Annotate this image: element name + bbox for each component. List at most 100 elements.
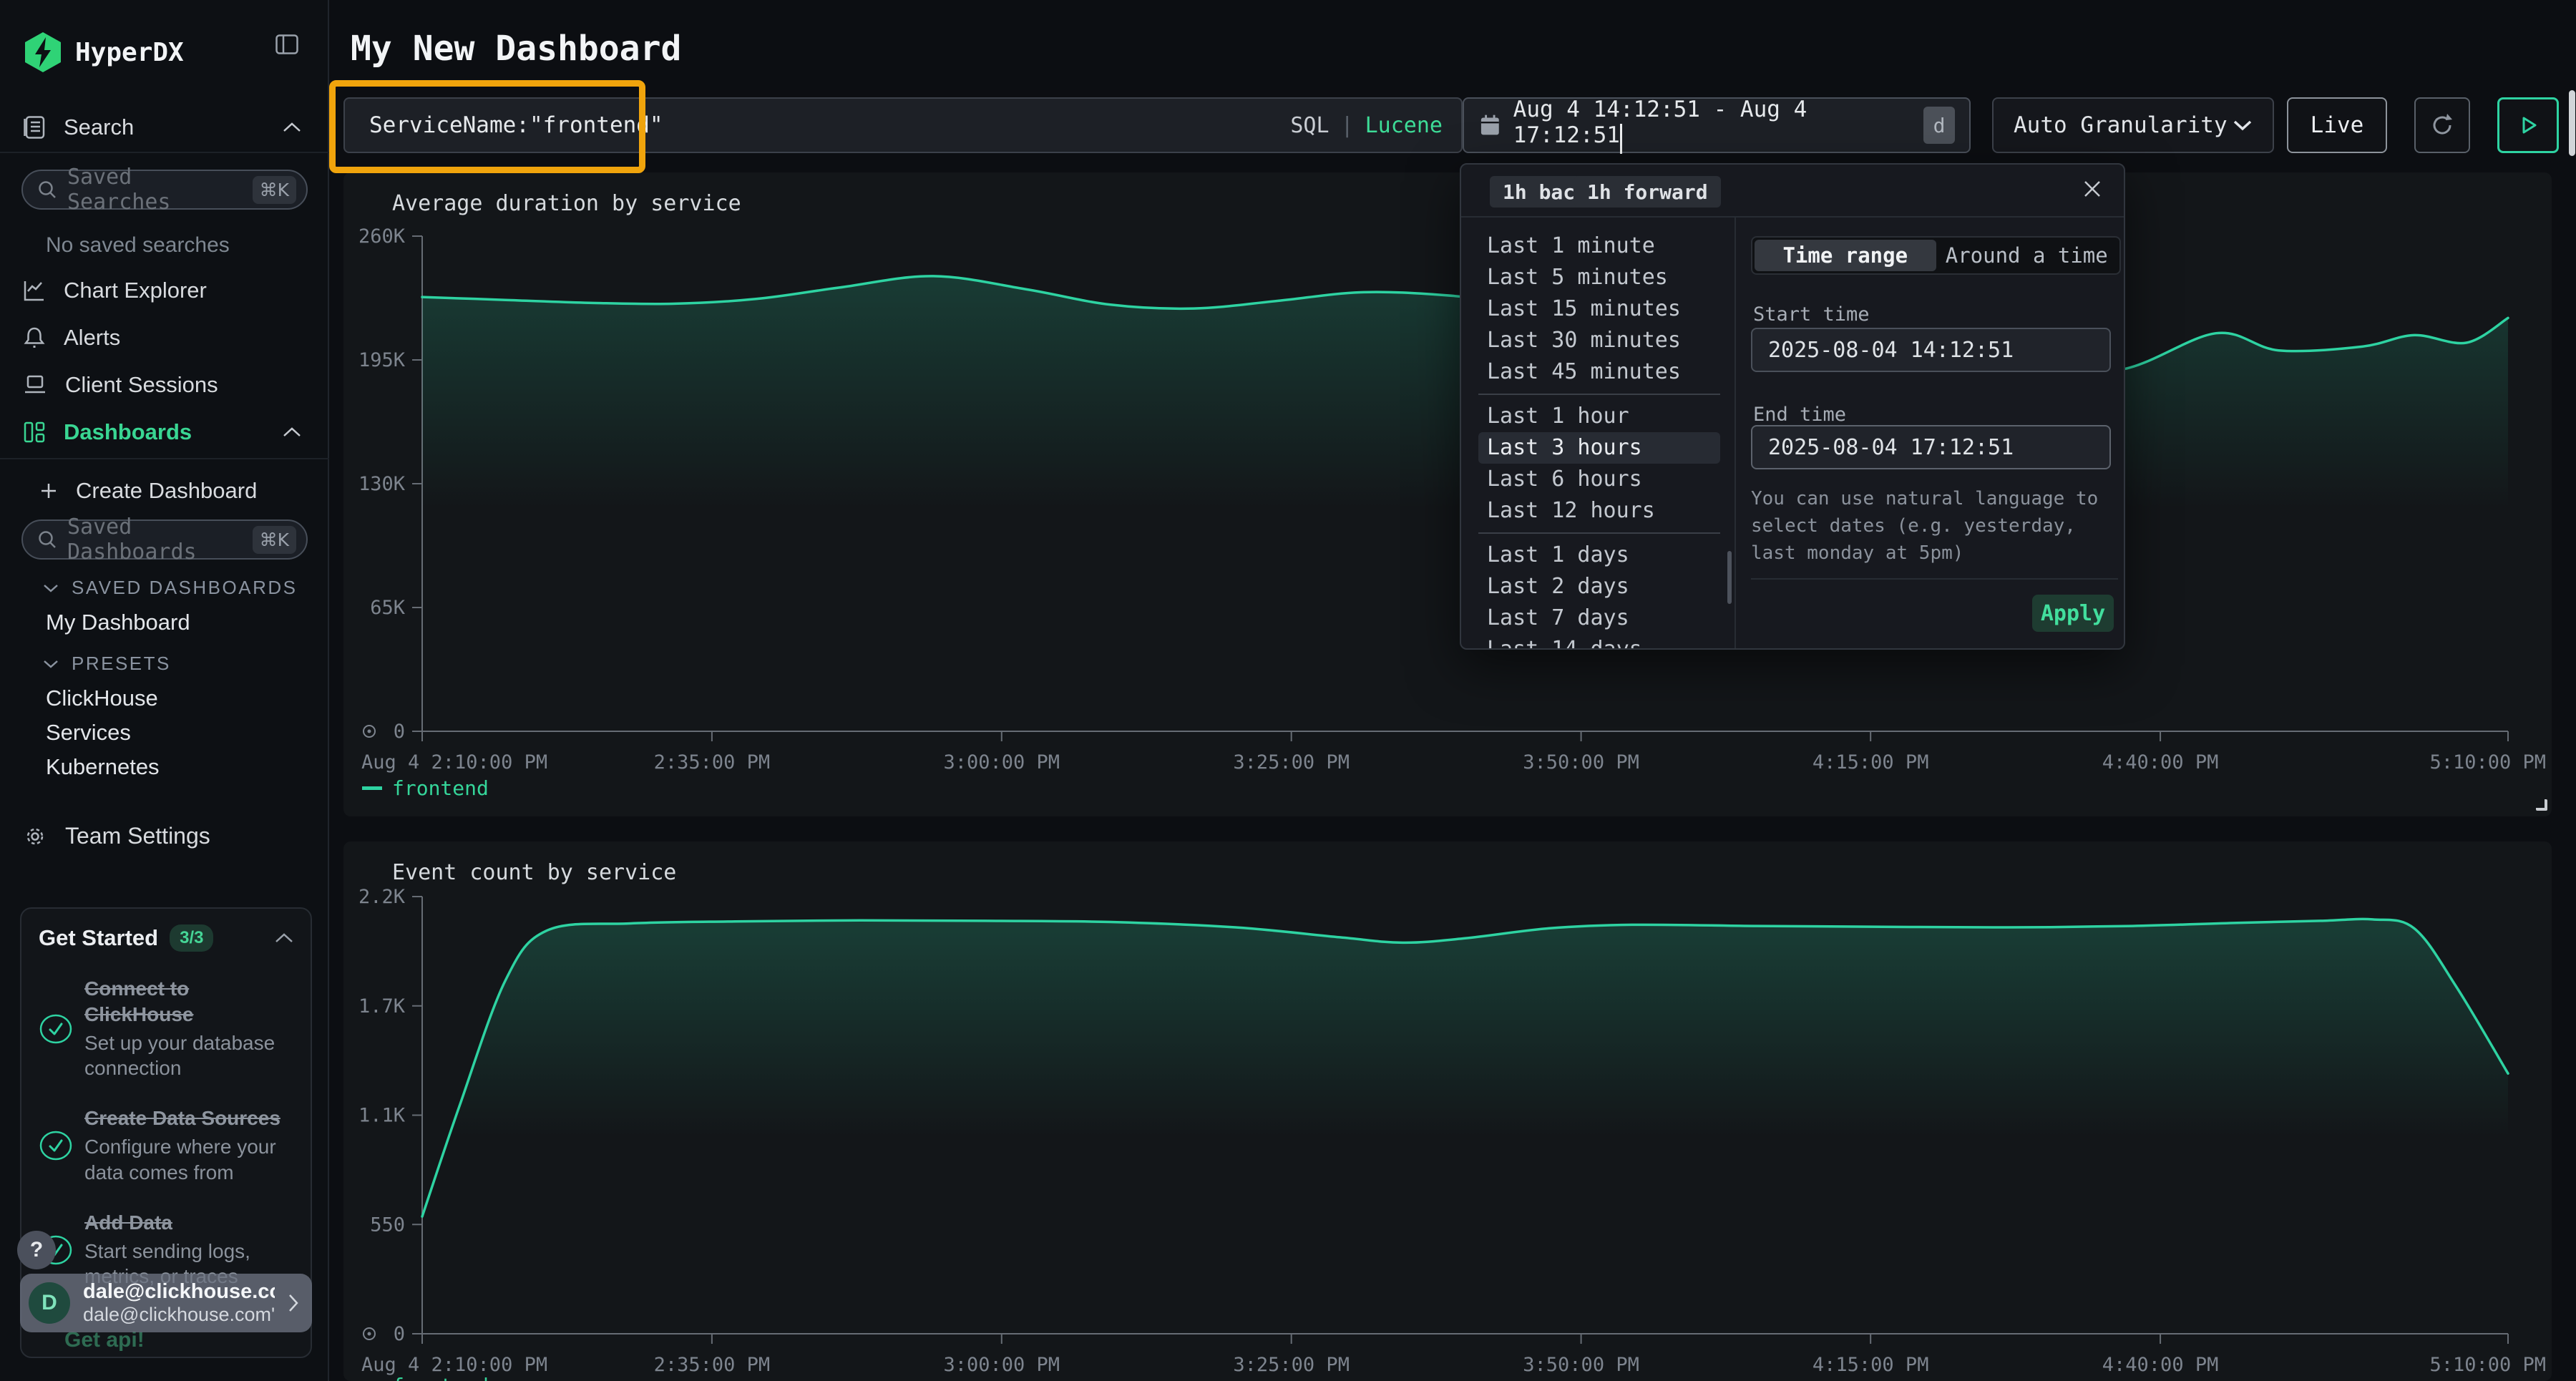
close-button[interactable] (2081, 177, 2104, 200)
section-presets[interactable]: PRESETS (43, 653, 171, 675)
time-preset-item[interactable]: Last 15 minutes (1478, 293, 1720, 325)
granularity-select[interactable]: Auto Granularity (1992, 97, 2274, 153)
sidebar-item-dashboards[interactable]: Dashboards (24, 419, 310, 445)
line-chart[interactable]: 260K195K130K65K0Aug 4 2:10:00 PM2:35:00 … (343, 172, 2552, 816)
time-range-input[interactable]: Aug 4 14:12:51 - Aug 4 17:12:51 d (1463, 97, 1971, 153)
user-menu[interactable]: D dale@clickhouse.com dale@clickhouse.co… (20, 1274, 312, 1332)
end-time-input[interactable]: 2025-08-04 17:12:51 (1751, 425, 2111, 469)
svg-text:65K: 65K (370, 597, 406, 619)
time-preset-list: Last 1 minuteLast 5 minutesLast 15 minut… (1461, 216, 1735, 648)
svg-text:4:15:00 PM: 4:15:00 PM (1813, 1354, 1929, 1376)
time-preset-item[interactable]: Last 30 minutes (1478, 325, 1720, 356)
chart-legend[interactable]: frontend (362, 776, 489, 800)
svg-text:1.1K: 1.1K (358, 1105, 406, 1127)
granularity-value: Auto Granularity (2014, 112, 2228, 138)
svg-text:1.7K: 1.7K (358, 995, 406, 1018)
shortcut-badge: ⌘K (253, 526, 296, 554)
apply-button[interactable]: Apply (2032, 595, 2114, 632)
run-query-button[interactable] (2497, 97, 2559, 153)
check-circle-icon (39, 1013, 73, 1045)
sidebar-item-search[interactable]: Search (24, 114, 310, 140)
time-preset-item[interactable]: Last 1 hour (1478, 401, 1720, 432)
refresh-button[interactable] (2414, 97, 2470, 153)
bell-icon (24, 326, 45, 349)
time-preset-item[interactable]: Last 6 hours (1478, 464, 1720, 495)
sql-mode-button[interactable]: SQL (1290, 113, 1329, 138)
get-started-item-title: Connect to ClickHouse (84, 976, 293, 1028)
search-icon (37, 530, 57, 550)
svg-text:2:35:00 PM: 2:35:00 PM (654, 1354, 771, 1376)
get-started-item-desc: Set up your database connection (84, 1030, 293, 1082)
sidebar-item-my-dashboard[interactable]: My Dashboard (46, 610, 190, 635)
time-preset-item[interactable]: Last 1 days (1478, 540, 1720, 571)
chevron-up-icon[interactable] (275, 933, 293, 943)
panel-resize-handle[interactable] (2536, 799, 2547, 811)
live-button[interactable]: Live (2287, 97, 2387, 153)
filter-query-input[interactable]: ServiceName:"frontend" SQL | Lucene (343, 97, 1463, 153)
time-preset-item[interactable]: Last 45 minutes (1478, 356, 1720, 388)
sidebar-item-alerts[interactable]: Alerts (24, 325, 310, 351)
legend-label: frontend (392, 776, 489, 800)
avatar: D (29, 1282, 70, 1324)
lucene-mode-button[interactable]: Lucene (1365, 113, 1443, 138)
time-preset-item[interactable]: Last 14 days (1478, 634, 1720, 648)
sidebar-item-label: Client Sessions (65, 372, 218, 398)
sidebar-item-clickhouse[interactable]: ClickHouse (46, 685, 158, 711)
sidebar-item-services[interactable]: Services (46, 720, 131, 746)
sidebar-item-chart-explorer[interactable]: Chart Explorer (24, 278, 310, 303)
svg-text:2:35:00 PM: 2:35:00 PM (654, 751, 771, 774)
day-granularity-badge[interactable]: d (1923, 107, 1955, 144)
chart-legend[interactable]: frontend (362, 1374, 489, 1381)
saved-searches-input[interactable]: Saved Searches ⌘K (21, 170, 308, 210)
app-logo[interactable]: HyperDX (24, 31, 184, 73)
get-started-item[interactable]: Connect to ClickHouse Set up your databa… (39, 976, 293, 1081)
page-scrollbar-thumb[interactable] (2569, 90, 2575, 156)
time-preset-item[interactable]: Last 2 days (1478, 571, 1720, 602)
saved-dashboards-input[interactable]: Saved Dashboards ⌘K (21, 519, 308, 560)
gear-icon (24, 825, 47, 848)
sidebar-collapse-button[interactable] (275, 34, 298, 54)
sidebar-item-team-settings[interactable]: Team Settings (24, 823, 210, 849)
get-started-item-title: Create Data Sources (84, 1106, 293, 1131)
time-preset-item[interactable]: Last 12 hours (1478, 495, 1720, 527)
svg-text:3:50:00 PM: 3:50:00 PM (1523, 751, 1639, 774)
get-started-title: Get Started (39, 925, 158, 951)
get-started-item-title: Add Data (84, 1210, 293, 1236)
get-started-item[interactable]: Create Data Sources Configure where your… (39, 1106, 293, 1185)
time-preset-item[interactable]: Last 3 hours (1478, 432, 1720, 464)
sidebar-item-kubernetes[interactable]: Kubernetes (46, 754, 160, 780)
create-dashboard-button[interactable]: Create Dashboard (40, 478, 257, 504)
laptop-icon (24, 375, 47, 395)
sidebar-item-label: Team Settings (65, 823, 210, 849)
search-icon (37, 180, 57, 200)
tab-around-a-time[interactable]: Around a time (1936, 240, 2118, 271)
close-icon (2081, 177, 2104, 200)
app-name: HyperDX (75, 38, 184, 67)
time-preset-item[interactable]: Last 7 days (1478, 602, 1720, 634)
sidebar-item-client-sessions[interactable]: Client Sessions (24, 372, 310, 398)
chevron-down-icon (2233, 119, 2253, 131)
time-preset-item[interactable]: Last 1 minute (1478, 230, 1720, 262)
saved-dashboards-placeholder: Saved Dashboards (67, 514, 243, 565)
section-title: PRESETS (72, 653, 171, 675)
text-cursor (1620, 124, 1622, 154)
time-preset-item[interactable]: Last 5 minutes (1478, 262, 1720, 293)
svg-text:130K: 130K (358, 473, 406, 495)
svg-text:5:10:00 PM: 5:10:00 PM (2429, 751, 2546, 774)
shift-forward-button[interactable]: 1h forward (1574, 176, 1721, 208)
live-label: Live (2311, 112, 2364, 138)
tab-time-range[interactable]: Time range (1755, 240, 1936, 271)
start-time-label: Start time (1753, 303, 1870, 326)
section-saved-dashboards[interactable]: SAVED DASHBOARDS (43, 577, 297, 599)
chart-panel-avg-duration: Average duration by service 260K195K130K… (343, 172, 2552, 816)
start-time-input[interactable]: 2025-08-04 14:12:51 (1751, 328, 2111, 372)
section-title: SAVED DASHBOARDS (72, 577, 297, 599)
svg-text:3:25:00 PM: 3:25:00 PM (1233, 1354, 1350, 1376)
chevron-right-icon (288, 1294, 299, 1312)
line-chart[interactable]: 2.2K1.7K1.1K5500Aug 4 2:10:00 PM2:35:00 … (343, 841, 2552, 1381)
time-mode-toggle: Time range Around a time (1751, 236, 2121, 275)
svg-text:Aug 4 2:10:00 PM: Aug 4 2:10:00 PM (361, 1354, 547, 1376)
help-button[interactable]: ? (17, 1231, 56, 1269)
svg-text:4:40:00 PM: 4:40:00 PM (2102, 1354, 2219, 1376)
scrollbar-thumb[interactable] (1727, 551, 1732, 604)
